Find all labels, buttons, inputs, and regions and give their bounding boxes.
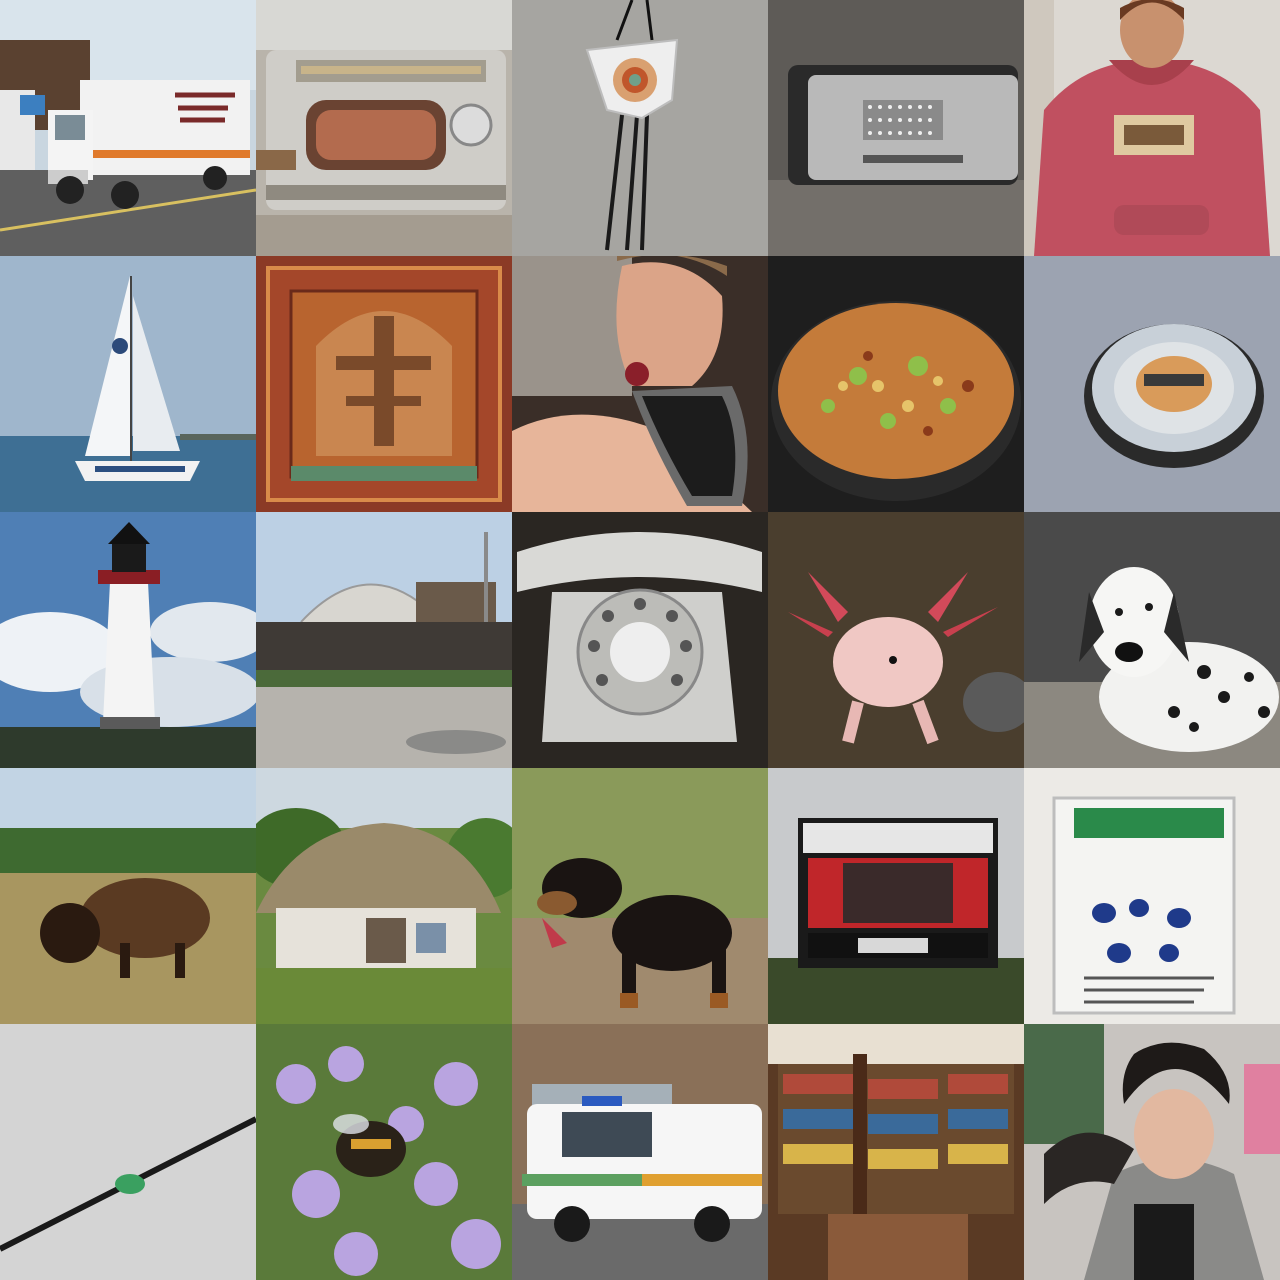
sewing-machine-image	[256, 0, 512, 256]
frying-pan-image	[768, 256, 1024, 512]
tile-ambulance	[512, 1024, 768, 1280]
tile-axolotl	[768, 512, 1024, 768]
person-eating-image	[512, 256, 768, 512]
bookstore-image	[768, 1024, 1024, 1280]
tile-oriental-rug	[256, 256, 512, 512]
tile-booklet	[1024, 768, 1280, 1024]
bee-image	[256, 1024, 512, 1280]
tile-sailboat	[0, 256, 256, 512]
bison-image	[0, 768, 256, 1024]
tile-rotary-telephone	[512, 512, 768, 768]
cottage-image	[256, 768, 512, 1024]
bolo-tie-image	[512, 0, 768, 256]
axolotl-image	[768, 512, 1024, 768]
tile-bottle-cap	[1024, 256, 1280, 512]
tile-person-with-curly-hair	[1024, 1024, 1280, 1280]
tile-dalmatian	[1024, 512, 1280, 768]
tile-pen	[0, 1024, 256, 1280]
bottle-cap-image	[1024, 256, 1280, 512]
rottweiler-image	[512, 768, 768, 1024]
tile-planetarium-dome	[256, 512, 512, 768]
dalmatian-image	[1024, 512, 1280, 768]
tile-metal-box	[768, 0, 1024, 256]
telephone-image	[512, 512, 768, 768]
tile-person-eating	[512, 256, 768, 512]
curly-hair-person-image	[1024, 1024, 1280, 1280]
sailboat-image	[0, 256, 256, 512]
tile-bookstore	[768, 1024, 1024, 1280]
tile-moving-truck	[0, 0, 256, 256]
ambulance-image	[512, 1024, 768, 1280]
tile-lighthouse	[0, 512, 256, 768]
tile-frying-pan-food	[768, 256, 1024, 512]
tile-bee-on-flowers	[256, 1024, 512, 1280]
scoreboard-image	[768, 768, 1024, 1024]
tile-bolo-tie	[512, 0, 768, 256]
tile-bison	[0, 768, 256, 1024]
booklet-image	[1024, 768, 1280, 1024]
metal-box-image	[768, 0, 1024, 256]
pen-image	[0, 1024, 256, 1280]
truck-image	[0, 0, 256, 256]
tile-sewing-machine	[256, 0, 512, 256]
lighthouse-image	[0, 512, 256, 768]
tile-scoreboard	[768, 768, 1024, 1024]
rug-image	[256, 256, 512, 512]
image-grid	[0, 0, 1280, 1280]
tile-thatched-cottage	[256, 768, 512, 1024]
hoodie-person-image	[1024, 0, 1280, 256]
planetarium-image	[256, 512, 512, 768]
tile-rottweiler	[512, 768, 768, 1024]
tile-person-in-red-hoodie	[1024, 0, 1280, 256]
